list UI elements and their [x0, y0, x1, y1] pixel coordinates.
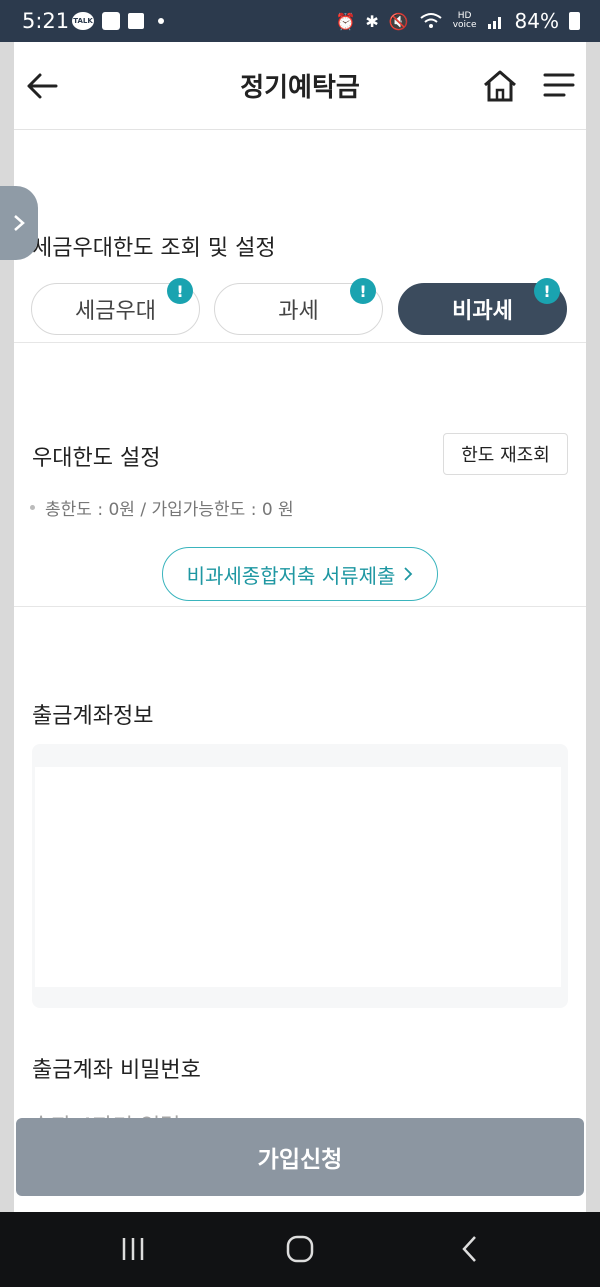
info-badge-icon[interactable]: !: [534, 278, 560, 304]
chevron-right-icon: [404, 567, 413, 581]
password-section-title: 출금계좌 비밀번호: [32, 1058, 201, 1083]
hamburger-menu-icon[interactable]: [542, 68, 576, 102]
system-nav-bar: [0, 1212, 600, 1287]
status-left-icons: TALK: [72, 12, 164, 30]
tax-option-tax-free[interactable]: 비과세 !: [398, 278, 567, 335]
info-badge-icon[interactable]: !: [167, 278, 193, 304]
divider: [14, 606, 586, 607]
side-panel-toggle[interactable]: [0, 186, 38, 260]
back-button-icon[interactable]: [455, 1234, 485, 1264]
tax-option-label: 세금우대: [75, 299, 156, 324]
document-submit-label: 비과세종합저축 서류제출: [186, 563, 396, 588]
recent-apps-icon[interactable]: [118, 1234, 148, 1264]
chevron-right-icon: [14, 215, 25, 231]
home-icon[interactable]: [480, 66, 520, 106]
join-button[interactable]: 가입신청: [16, 1118, 584, 1196]
home-button-icon[interactable]: [285, 1234, 315, 1264]
status-right-icons: ⏰ ✱ 🔇 HD voice 84%: [335, 9, 580, 33]
tax-option-label: 과세: [278, 299, 319, 324]
account-info-content: [35, 767, 561, 987]
alarm-icon: ⏰: [335, 11, 356, 31]
image-icon: [102, 12, 120, 30]
account-info-box: [32, 744, 568, 1008]
dot-icon: [158, 18, 164, 24]
account-section-title: 출금계좌정보: [32, 704, 154, 729]
hd-voice-icon: HD voice: [452, 11, 477, 30]
tax-option-taxable[interactable]: 과세 !: [214, 278, 383, 335]
signal-icon: [487, 17, 501, 29]
tax-section-title: 세금우대한도 조회 및 설정: [32, 236, 276, 261]
talk-icon: TALK: [72, 12, 94, 30]
battery-percent: 84%: [514, 9, 559, 33]
limit-info: 총한도 : 0원 / 가입가능한도 : 0 원: [30, 495, 294, 520]
tax-option-tax-preferential[interactable]: 세금우대 !: [31, 278, 200, 335]
header: 정기예탁금: [14, 42, 586, 130]
divider: [14, 342, 586, 343]
limit-section-title: 우대한도 설정: [32, 446, 161, 471]
requery-limit-button[interactable]: 한도 재조회: [443, 433, 568, 475]
status-bar: 5:21 TALK ⏰ ✱ 🔇 HD voice 84%: [0, 0, 600, 42]
document-submit-button[interactable]: 비과세종합저축 서류제출: [162, 547, 438, 601]
wifi-icon: [420, 13, 442, 28]
bullet-icon: [30, 505, 35, 510]
bluetooth-icon: ✱: [365, 11, 379, 31]
limit-info-text: 총한도 : 0원 / 가입가능한도 : 0 원: [45, 500, 294, 520]
mute-icon: 🔇: [388, 11, 409, 31]
flag-icon: [128, 13, 144, 29]
status-time: 5:21: [22, 9, 70, 33]
battery-icon: [569, 12, 580, 30]
app-content: 정기예탁금 세금우대한도 조회 및 설정 세금우대 ! 과세 ! 비과세 ! 우…: [14, 42, 586, 1212]
tax-option-label: 비과세: [452, 299, 513, 324]
info-badge-icon[interactable]: !: [350, 278, 376, 304]
